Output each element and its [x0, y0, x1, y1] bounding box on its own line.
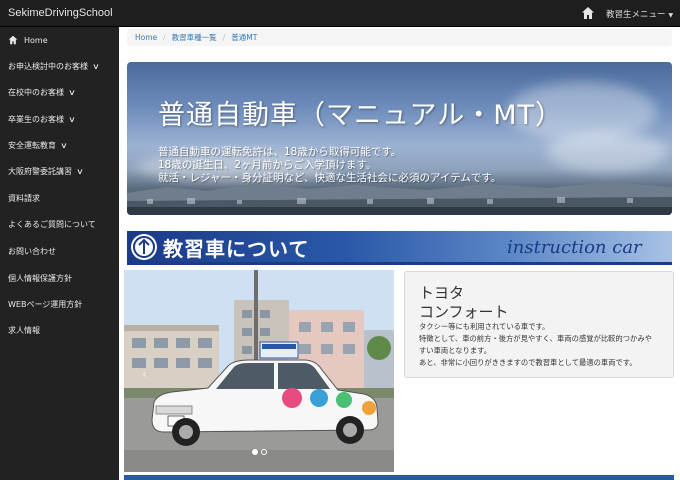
sidebar: Home お申込検討中のお客様 ∨ 在校中のお客様 ∨ 卒業生のお客様 ∨ 安全運転教… [0, 27, 119, 480]
breadcrumb-separator: / [222, 33, 226, 42]
car-description-line: 特徴として、車の前方・後方が見やすく、車両の感覚が比較的つかみや [419, 334, 652, 343]
school-emblem-icon [131, 234, 157, 260]
breadcrumb: Home / 教習車種一覧 / 普通MT [127, 29, 672, 46]
car-model: コンフォート [419, 303, 509, 321]
car-description-line: すい車両となります。 [419, 346, 492, 355]
car-description-line: タクシー等にも利用されている車です。 [419, 322, 550, 331]
carousel-prev-button[interactable]: ‹ [142, 367, 152, 381]
sidebar-item-label: 大阪府警委託講習 [8, 166, 72, 176]
next-section-strip [124, 475, 674, 480]
sidebar-item-label: 資料請求 [8, 193, 40, 203]
car-description-line: あと、非常に小回りがききますので教習車として最適の車両です。 [419, 358, 637, 367]
sidebar-item-label: 求人情報 [8, 325, 40, 335]
hero-title: 普通自動車（マニュアル・MT） [158, 100, 563, 131]
section-subtitle: instruction car [507, 237, 642, 258]
carousel-indicator[interactable] [261, 449, 267, 455]
breadcrumb-home-link[interactable]: Home [135, 33, 157, 42]
sidebar-item-contact[interactable]: お問い合わせ [0, 238, 119, 264]
sidebar-item-label: お申込検討中のお客様 [8, 61, 88, 71]
sidebar-item-current-students[interactable]: 在校中のお客様 ∨ [0, 79, 119, 105]
sky-cloud [547, 132, 667, 172]
chevron-down-icon: ∨ [68, 114, 76, 124]
hero-text-line: 就活・レジャー・身分証明など、快適な生活社会に必須のアイテムです。 [158, 172, 502, 184]
sidebar-item-brochure[interactable]: 資料請求 [0, 185, 119, 211]
car-maker: トヨタ [419, 284, 465, 302]
home-icon[interactable] [581, 6, 595, 20]
sidebar-item-label: 卒業生のお客様 [8, 114, 64, 124]
sidebar-item-label: Home [24, 35, 48, 45]
breadcrumb-current[interactable]: 普通MT [231, 32, 257, 43]
sidebar-item-faq[interactable]: よくあるご質問について [0, 211, 119, 237]
sidebar-item-graduates[interactable]: 卒業生のお客様 ∨ [0, 106, 119, 132]
sidebar-item-label: 在校中のお客様 [8, 87, 64, 97]
sidebar-item-privacy[interactable]: 個人情報保護方針 [0, 265, 119, 291]
sidebar-item-label: よくあるご質問について [8, 219, 96, 229]
sidebar-item-home[interactable]: Home [0, 27, 119, 53]
chevron-down-icon: ∨ [68, 87, 76, 97]
chevron-down-icon: ∨ [92, 61, 100, 71]
hero-banner: 普通自動車（マニュアル・MT） 普通自動車の運転免許は、18歳から取得可能です。… [127, 62, 672, 215]
sidebar-item-safety-education[interactable]: 安全運転教育 ∨ [0, 132, 119, 158]
sidebar-item-label: 安全運転教育 [8, 140, 56, 150]
section-banner: 教習車について instruction car [127, 231, 672, 263]
chevron-down-icon: ∨ [60, 140, 68, 150]
breadcrumb-vehicle-list-link[interactable]: 教習車種一覧 [172, 32, 217, 43]
sidebar-item-police-courses[interactable]: 大阪府警委託講習 ∨ [0, 158, 119, 184]
brand-link[interactable]: SekimeDrivingSchool [8, 7, 113, 19]
section-title: 教習車について [163, 237, 310, 261]
sidebar-item-label: お問い合わせ [8, 246, 56, 256]
top-navbar: SekimeDrivingSchool 教習生メニュー ▼ [0, 0, 680, 27]
sidebar-item-label: 個人情報保護方針 [8, 273, 72, 283]
home-icon [8, 35, 18, 45]
carousel-indicator[interactable] [252, 449, 258, 455]
sidebar-item-recruit[interactable]: 求人情報 [0, 317, 119, 343]
student-menu-dropdown[interactable]: 教習生メニュー ▼ [606, 8, 673, 20]
sidebar-item-web-policy[interactable]: WEBページ運用方針 [0, 291, 119, 317]
breadcrumb-separator: / [163, 33, 166, 42]
chevron-down-icon: ∨ [76, 166, 84, 176]
sidebar-item-prospective[interactable]: お申込検討中のお客様 ∨ [0, 53, 119, 79]
sidebar-item-label: WEBページ運用方針 [8, 299, 83, 309]
car-carousel-image [124, 270, 394, 472]
car-info-card: トヨタ コンフォート タクシー等にも利用されている車です。 特徴として、車の前方… [404, 271, 674, 378]
caret-down-icon: ▼ [668, 12, 674, 19]
banner-underline [127, 262, 672, 265]
student-menu-label: 教習生メニュー [606, 10, 666, 20]
